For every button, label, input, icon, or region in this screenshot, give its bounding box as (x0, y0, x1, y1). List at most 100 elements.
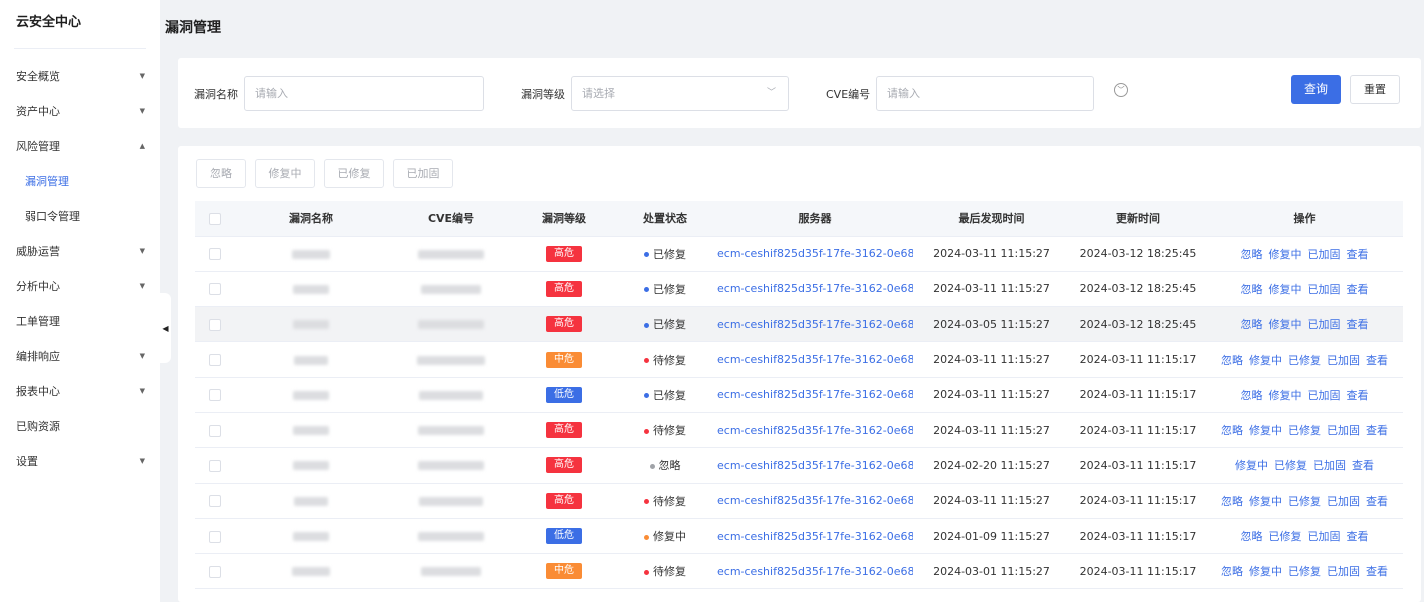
server-link[interactable]: ecm-ceshif825d35f-17fe-3162-0e68-... (717, 459, 913, 472)
row-action-link[interactable]: 修复中 (1249, 495, 1282, 508)
batch-action-button-2[interactable]: 已修复 (324, 159, 384, 188)
cve-input[interactable]: 请输入 (876, 76, 1094, 111)
sidebar-item-9[interactable]: 报表中心 ▼ (0, 374, 160, 409)
row-checkbox[interactable] (209, 354, 221, 367)
row-checkbox[interactable] (209, 389, 221, 402)
vuln-level-select[interactable]: 请选择 ﹀ (571, 76, 789, 111)
sidebar-item-2[interactable]: 风险管理 ▲ (0, 129, 160, 164)
query-button[interactable]: 查询 (1291, 75, 1341, 104)
row-action-link[interactable]: 已修复 (1288, 354, 1321, 367)
row-action-link[interactable]: 修复中 (1249, 565, 1282, 578)
table-row[interactable]: 高危 待修复 ecm-ceshif825d35f-17fe-3162-0e68-..… (195, 412, 1403, 449)
batch-action-button-0[interactable]: 忽略 (196, 159, 246, 188)
row-action-link[interactable]: 已加固 (1308, 283, 1341, 296)
row-action-link[interactable]: 查看 (1352, 459, 1374, 472)
select-all-checkbox[interactable] (209, 212, 221, 225)
row-action-link[interactable]: 修复中 (1249, 424, 1282, 437)
actions-cell: 忽略 修复中 已加固 查看 (1206, 306, 1403, 343)
table-row[interactable]: 高危 待修复 ecm-ceshif825d35f-17fe-3162-0e68-..… (195, 483, 1403, 519)
server-link[interactable]: ecm-ceshif825d35f-17fe-3162-0e68-... (717, 388, 913, 401)
table-row[interactable]: 高危 已修复 ecm-ceshif825d35f-17fe-3162-0e68-..… (195, 271, 1403, 308)
status-text: 待修复 (653, 494, 686, 508)
sidebar-item-11[interactable]: 设置 ▼ (0, 444, 160, 479)
row-action-link[interactable]: 忽略 (1241, 318, 1263, 331)
server-link[interactable]: ecm-ceshif825d35f-17fe-3162-0e68-... (717, 353, 913, 366)
server-link[interactable]: ecm-ceshif825d35f-17fe-3162-0e68-... (717, 494, 913, 507)
table-row[interactable]: 高危 已修复 ecm-ceshif825d35f-17fe-3162-0e68-..… (195, 306, 1403, 343)
row-action-link[interactable]: 忽略 (1221, 495, 1243, 508)
server-link[interactable]: ecm-ceshif825d35f-17fe-3162-0e68-... (717, 565, 913, 578)
batch-action-button-3[interactable]: 已加固 (393, 159, 453, 188)
row-checkbox[interactable] (209, 495, 221, 508)
circle-chevron-down-icon[interactable]: ﹀ (1114, 83, 1128, 97)
sidebar-item-3[interactable]: 漏洞管理 (0, 164, 160, 199)
sidebar-item-5[interactable]: 威胁运营 ▼ (0, 234, 160, 269)
sidebar-item-7[interactable]: 工单管理 (0, 304, 160, 339)
row-action-link[interactable]: 已加固 (1308, 530, 1341, 543)
row-action-link[interactable]: 查看 (1366, 354, 1388, 367)
row-action-link[interactable]: 已修复 (1288, 424, 1321, 437)
row-action-link[interactable]: 忽略 (1241, 283, 1263, 296)
row-action-link[interactable]: 忽略 (1241, 248, 1263, 261)
row-action-link[interactable]: 修复中 (1269, 248, 1302, 261)
row-action-link[interactable]: 查看 (1347, 248, 1369, 261)
sidebar-item-10[interactable]: 已购资源 (0, 409, 160, 444)
row-checkbox[interactable] (209, 283, 221, 296)
table-row[interactable]: 高危 已修复 ecm-ceshif825d35f-17fe-3162-0e68-..… (195, 236, 1403, 272)
row-checkbox[interactable] (209, 565, 221, 578)
vuln-name-input[interactable]: 请输入 (244, 76, 484, 111)
table-row[interactable]: 高危 忽略 ecm-ceshif825d35f-17fe-3162-0e68-...… (195, 447, 1403, 484)
row-action-link[interactable]: 修复中 (1269, 389, 1302, 402)
sidebar-item-0[interactable]: 安全概览 ▼ (0, 59, 160, 94)
row-action-link[interactable]: 查看 (1366, 565, 1388, 578)
row-action-link[interactable]: 已加固 (1308, 318, 1341, 331)
sidebar-item-8[interactable]: 编排响应 ▼ (0, 339, 160, 374)
sidebar-item-6[interactable]: 分析中心 ▼ (0, 269, 160, 304)
server-link[interactable]: ecm-ceshif825d35f-17fe-3162-0e68-... (717, 282, 913, 295)
reset-button[interactable]: 重置 (1350, 75, 1400, 104)
sidebar-item-1[interactable]: 资产中心 ▼ (0, 94, 160, 129)
row-action-link[interactable]: 忽略 (1221, 354, 1243, 367)
server-link[interactable]: ecm-ceshif825d35f-17fe-3162-0e68-... (717, 247, 913, 260)
row-action-link[interactable]: 修复中 (1249, 354, 1282, 367)
row-action-link[interactable]: 已加固 (1327, 565, 1360, 578)
row-action-link[interactable]: 查看 (1366, 424, 1388, 437)
table-row[interactable]: 中危 待修复 ecm-ceshif825d35f-17fe-3162-0e68-..… (195, 553, 1403, 590)
row-action-link[interactable]: 查看 (1366, 495, 1388, 508)
row-action-link[interactable]: 查看 (1347, 530, 1369, 543)
row-checkbox[interactable] (209, 530, 221, 543)
server-link[interactable]: ecm-ceshif825d35f-17fe-3162-0e68-... (717, 318, 913, 331)
row-action-link[interactable]: 忽略 (1241, 530, 1263, 543)
row-action-link[interactable]: 已修复 (1288, 565, 1321, 578)
table-row[interactable]: 低危 修复中 ecm-ceshif825d35f-17fe-3162-0e68-..… (195, 518, 1403, 555)
row-action-link[interactable]: 修复中 (1269, 283, 1302, 296)
row-action-link[interactable]: 已加固 (1308, 389, 1341, 402)
row-action-link[interactable]: 修复中 (1269, 318, 1302, 331)
table-row[interactable]: 中危 待修复 ecm-ceshif825d35f-17fe-3162-0e68-..… (195, 341, 1403, 378)
row-checkbox[interactable] (209, 459, 221, 472)
row-action-link[interactable]: 已加固 (1308, 248, 1341, 261)
server-link[interactable]: ecm-ceshif825d35f-17fe-3162-0e68-... (717, 530, 913, 543)
row-action-link[interactable]: 查看 (1347, 389, 1369, 402)
row-action-link[interactable]: 已加固 (1327, 424, 1360, 437)
row-action-link[interactable]: 已加固 (1327, 495, 1360, 508)
row-checkbox[interactable] (209, 318, 221, 331)
row-action-link[interactable]: 忽略 (1221, 565, 1243, 578)
row-action-link[interactable]: 已修复 (1288, 495, 1321, 508)
row-action-link[interactable]: 忽略 (1221, 424, 1243, 437)
server-link[interactable]: ecm-ceshif825d35f-17fe-3162-0e68-... (717, 424, 913, 437)
row-action-link[interactable]: 忽略 (1241, 389, 1263, 402)
batch-action-button-1[interactable]: 修复中 (255, 159, 315, 188)
row-action-link[interactable]: 已加固 (1327, 354, 1360, 367)
row-action-link[interactable]: 查看 (1347, 283, 1369, 296)
row-action-link[interactable]: 已加固 (1313, 459, 1346, 472)
row-checkbox[interactable] (209, 424, 221, 437)
row-action-link[interactable]: 修复中 (1235, 459, 1268, 472)
sidebar-item-4[interactable]: 弱口令管理 (0, 199, 160, 234)
row-action-link[interactable]: 已修复 (1269, 530, 1302, 543)
row-checkbox[interactable] (209, 248, 221, 261)
row-action-link[interactable]: 查看 (1347, 318, 1369, 331)
row-action-link[interactable]: 已修复 (1274, 459, 1307, 472)
table-row[interactable]: 低危 已修复 ecm-ceshif825d35f-17fe-3162-0e68-..… (195, 377, 1403, 413)
vuln-name-cell (235, 341, 387, 378)
